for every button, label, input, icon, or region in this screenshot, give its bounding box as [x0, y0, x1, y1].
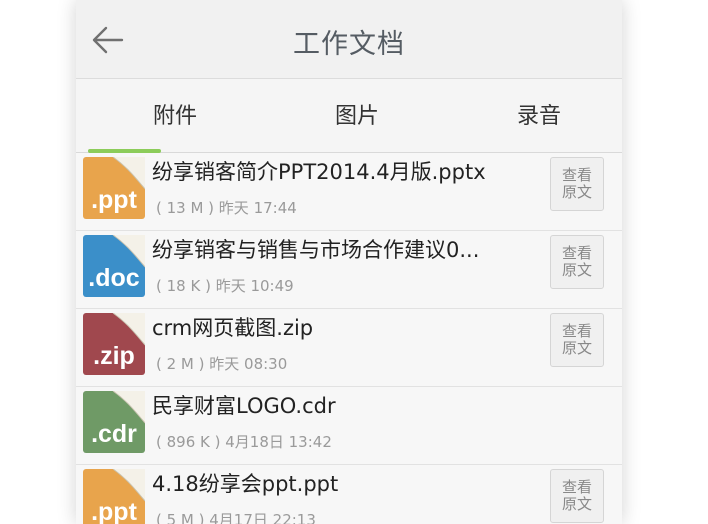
view-button-line1: 查看 [561, 478, 592, 496]
app-screen: 工作文档 附件 图片 录音 .ppt 纷享销客简介PPT2014.4月版.ppt… [76, 0, 622, 524]
tab-attachments[interactable]: 附件 [84, 79, 266, 152]
file-name: 民享财富LOGO.cdr [152, 394, 336, 418]
ppt-file-icon: .ppt [83, 468, 146, 524]
zip-file-icon: .zip [83, 312, 146, 375]
file-name: 纷享销客与销售与市场合作建议0... [152, 238, 480, 262]
list-item[interactable]: .doc 纷享销客与销售与市场合作建议0... ( 18 K ) 昨天 10:4… [76, 231, 622, 309]
list-item[interactable]: .zip crm网页截图.zip ( 2 M ) 昨天 08:30 查看 原文 [76, 309, 622, 387]
file-type-label: .doc [88, 264, 140, 292]
file-name: 4.18纷享会ppt.ppt [152, 472, 339, 496]
file-meta: ( 896 K ) 4月18日 13:42 [156, 433, 332, 451]
view-original-button[interactable]: 查看 原文 [550, 313, 604, 367]
view-button-line2: 原文 [561, 183, 592, 201]
page-title: 工作文档 [293, 29, 405, 60]
view-button-line1: 查看 [561, 322, 592, 340]
view-button-line2: 原文 [561, 261, 592, 279]
cdr-file-icon: .cdr [83, 390, 146, 453]
view-original-button[interactable]: 查看 原文 [550, 235, 604, 289]
file-type-label: .ppt [91, 498, 137, 524]
header-bar: 工作文档 [76, 0, 622, 79]
tab-bar: 附件 图片 录音 [76, 79, 622, 153]
tab-recordings[interactable]: 录音 [448, 79, 622, 152]
view-button-line2: 原文 [561, 339, 592, 357]
file-meta: ( 13 M ) 昨天 17:44 [156, 199, 297, 217]
file-meta: ( 18 K ) 昨天 10:49 [156, 277, 294, 295]
view-original-button[interactable]: 查看 原文 [550, 469, 604, 523]
file-type-label: .ppt [91, 186, 137, 214]
list-item[interactable]: .cdr 民享财富LOGO.cdr ( 896 K ) 4月18日 13:42 [76, 387, 622, 465]
file-list: .ppt 纷享销客简介PPT2014.4月版.pptx ( 13 M ) 昨天 … [76, 153, 622, 524]
file-type-label: .cdr [91, 420, 137, 448]
list-item[interactable]: .ppt 4.18纷享会ppt.ppt ( 5 M ) 4月17日 22:13 … [76, 465, 622, 524]
file-meta: ( 5 M ) 4月17日 22:13 [156, 511, 316, 524]
list-item[interactable]: .ppt 纷享销客简介PPT2014.4月版.pptx ( 13 M ) 昨天 … [76, 153, 622, 231]
view-button-line1: 查看 [561, 166, 592, 184]
view-original-button[interactable]: 查看 原文 [550, 157, 604, 211]
doc-file-icon: .doc [83, 234, 146, 297]
view-button-line2: 原文 [561, 495, 592, 513]
file-meta: ( 2 M ) 昨天 08:30 [156, 355, 288, 373]
file-name: crm网页截图.zip [152, 316, 314, 340]
view-button-line1: 查看 [561, 244, 592, 262]
ppt-file-icon: .ppt [83, 156, 146, 219]
tab-images[interactable]: 图片 [266, 79, 448, 152]
file-type-label: .zip [93, 342, 135, 370]
file-name: 纷享销客简介PPT2014.4月版.pptx [152, 160, 486, 184]
